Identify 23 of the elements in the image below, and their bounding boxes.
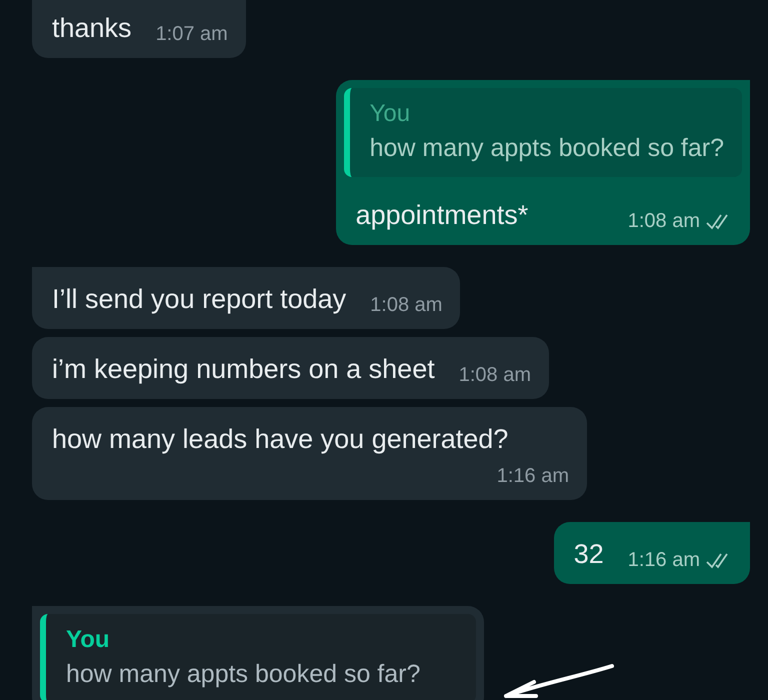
quote-text: how many appts booked so far? — [66, 660, 420, 689]
received-message[interactable]: I’ll send you report today 1:08 am — [32, 267, 460, 329]
message-text: how many leads have you generated? — [52, 423, 508, 456]
message-text: 32 — [574, 538, 604, 571]
message-text: thanks — [52, 12, 132, 45]
message-time: 1:07 am — [156, 23, 228, 46]
message-time: 1:08 am — [458, 364, 531, 387]
message-time: 1:16 am — [496, 465, 569, 488]
message-time: 1:16 am — [628, 549, 700, 572]
quote-author: You — [66, 626, 111, 654]
sent-message[interactable]: 32 1:16 am — [554, 522, 750, 584]
received-message[interactable]: how many leads have you generated? 1:16 am — [32, 407, 587, 500]
message-time: 1:08 am — [628, 210, 700, 233]
received-message[interactable]: i’m keeping numbers on a sheet 1:08 am — [32, 337, 549, 399]
message-text: appointments* — [356, 199, 528, 232]
quoted-message[interactable]: You how many appts booked so far? — [344, 88, 742, 177]
quote-author: You — [370, 100, 412, 128]
message-text: I’ll send you report today — [52, 283, 346, 316]
message-time: 1:08 am — [370, 294, 442, 317]
quote-text: how many appts booked so far? — [370, 134, 724, 163]
sent-message[interactable]: You how many appts booked so far? appointments* 1:08 am — [336, 80, 750, 245]
received-message[interactable]: thanks 1:07 am — [32, 0, 246, 58]
message-text: i’m keeping numbers on a sheet — [52, 353, 435, 386]
